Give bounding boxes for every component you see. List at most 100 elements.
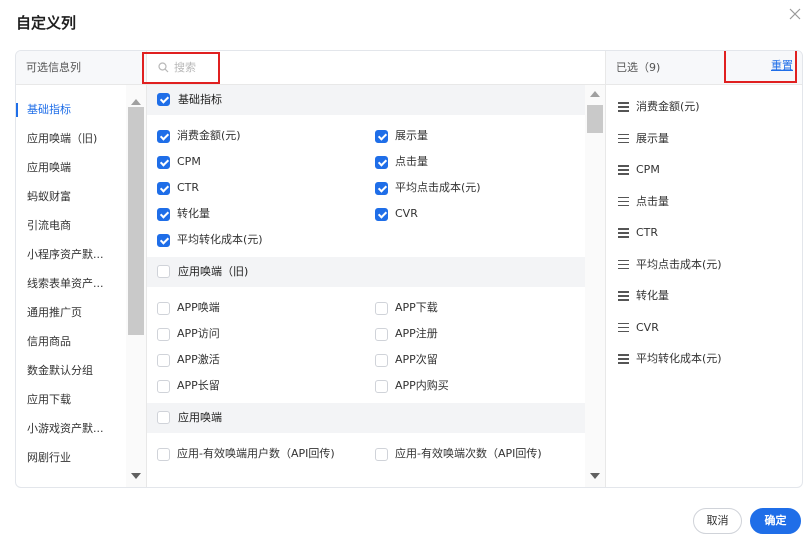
confirm-button[interactable]: 确定	[750, 508, 801, 534]
option-group-header[interactable]: 基础指标	[147, 85, 585, 115]
option-items: 应用-有效唤端用户数（API回传) 应用-有效唤端次数（API回传)	[147, 433, 585, 471]
selected-item[interactable]: CVR	[606, 312, 802, 344]
option-checkbox[interactable]	[157, 181, 170, 195]
selected-item[interactable]: CPM	[606, 154, 802, 186]
category-item[interactable]: 线索表单资产...	[16, 269, 126, 298]
category-item[interactable]: 数金默认分组	[16, 356, 126, 385]
category-item[interactable]: 信用商品	[16, 327, 126, 356]
search-input[interactable]: 搜索	[142, 52, 220, 84]
category-item[interactable]: 网剧行业	[16, 443, 126, 472]
category-item[interactable]: 基础指标	[16, 95, 126, 124]
option-checkbox[interactable]	[157, 447, 170, 461]
option-checkbox[interactable]	[157, 327, 170, 341]
option-group-header[interactable]: 应用唤端	[147, 403, 585, 433]
option-checkbox[interactable]	[157, 301, 170, 315]
scroll-down-arrow-icon[interactable]	[590, 473, 600, 479]
option-item[interactable]: 平均转化成本(元)	[157, 227, 375, 253]
option-item[interactable]: 转化量	[157, 201, 375, 227]
option-item[interactable]: 平均点击成本(元)	[375, 175, 585, 201]
option-label: APP下载	[395, 301, 438, 314]
option-checkbox[interactable]	[157, 353, 170, 367]
drag-handle-icon[interactable]	[618, 196, 629, 207]
category-item[interactable]: 蚂蚁财富	[16, 182, 126, 211]
reset-link[interactable]: 重置	[771, 51, 793, 81]
selected-item[interactable]: 平均转化成本(元)	[606, 343, 802, 375]
option-label: 消费金额(元)	[177, 129, 241, 142]
drag-handle-icon[interactable]	[618, 102, 629, 112]
drag-handle-icon[interactable]	[618, 133, 629, 144]
option-label: 展示量	[395, 129, 428, 142]
selected-item-label: 消费金额(元)	[636, 100, 700, 113]
category-item[interactable]: 小程序资产默...	[16, 240, 126, 269]
option-item[interactable]: 展示量	[375, 123, 585, 149]
option-checkbox[interactable]	[157, 207, 170, 221]
scrollbar-thumb[interactable]	[128, 107, 144, 335]
selected-item[interactable]: 点击量	[606, 186, 802, 218]
selected-item-label: CTR	[636, 226, 659, 239]
option-item[interactable]: 点击量	[375, 149, 585, 175]
option-label: 应用-有效唤端用户数（API回传)	[177, 447, 335, 460]
option-item[interactable]: CPM	[157, 149, 375, 175]
scroll-up-arrow-icon[interactable]	[131, 99, 141, 105]
option-checkbox[interactable]	[375, 155, 388, 169]
option-item[interactable]: APP次留	[375, 347, 585, 373]
selected-item[interactable]: 转化量	[606, 280, 802, 312]
option-item[interactable]: APP下载	[375, 295, 585, 321]
option-item[interactable]: 应用-有效唤端次数（API回传)	[375, 441, 585, 467]
option-item[interactable]: APP注册	[375, 321, 585, 347]
option-checkbox[interactable]	[157, 233, 170, 247]
option-item[interactable]: CVR	[375, 201, 585, 227]
group-checkbox[interactable]	[157, 410, 170, 424]
option-checkbox[interactable]	[375, 301, 388, 315]
group-checkbox[interactable]	[157, 92, 170, 106]
option-item[interactable]: CTR	[157, 175, 375, 201]
category-item[interactable]: 引流电商	[16, 211, 126, 240]
option-checkbox[interactable]	[157, 379, 170, 393]
category-item[interactable]: 小游戏资产默...	[16, 414, 126, 443]
close-icon[interactable]	[787, 6, 803, 22]
option-item[interactable]: APP内购买	[375, 373, 585, 399]
option-item[interactable]: 应用-有效唤端用户数（API回传)	[157, 441, 375, 467]
category-item[interactable]: 应用唤端	[16, 153, 126, 182]
option-checkbox[interactable]	[157, 155, 170, 169]
category-item[interactable]: 应用唤端（旧)	[16, 124, 126, 153]
selected-item[interactable]: CTR	[606, 217, 802, 249]
option-checkbox[interactable]	[375, 353, 388, 367]
scroll-up-arrow-icon[interactable]	[590, 91, 600, 97]
option-label: APP次留	[395, 353, 438, 366]
option-group-header[interactable]: 应用唤端（旧)	[147, 257, 585, 287]
drag-handle-icon[interactable]	[618, 259, 629, 270]
option-checkbox[interactable]	[157, 129, 170, 143]
available-columns-header: 可选信息列	[16, 51, 146, 85]
category-list: 基础指标 应用唤端（旧) 应用唤端 蚂蚁财富 引流电商 小程序资产默... 线索表单资产..…	[16, 85, 126, 487]
option-checkbox[interactable]	[375, 327, 388, 341]
selected-item[interactable]: 平均点击成本(元)	[606, 249, 802, 281]
scroll-down-arrow-icon[interactable]	[131, 473, 141, 479]
category-item[interactable]: 应用下载	[16, 385, 126, 414]
drag-handle-icon[interactable]	[618, 165, 629, 175]
category-scrollbar[interactable]	[126, 85, 146, 487]
options-scrollbar[interactable]	[585, 85, 605, 487]
selected-item[interactable]: 展示量	[606, 123, 802, 155]
drag-handle-icon[interactable]	[618, 322, 629, 333]
option-item[interactable]: APP唤端	[157, 295, 375, 321]
option-item[interactable]: APP访问	[157, 321, 375, 347]
drag-handle-icon[interactable]	[618, 228, 629, 238]
selected-item[interactable]: 消费金额(元)	[606, 91, 802, 123]
drag-handle-icon[interactable]	[618, 291, 629, 301]
scrollbar-thumb[interactable]	[587, 105, 603, 133]
cancel-button[interactable]: 取消	[693, 508, 742, 534]
option-checkbox[interactable]	[375, 447, 388, 461]
selected-header: 已选（9) 重置	[606, 51, 802, 85]
option-checkbox[interactable]	[375, 181, 388, 195]
category-item[interactable]: 通用推广页	[16, 298, 126, 327]
group-checkbox[interactable]	[157, 264, 170, 278]
option-checkbox[interactable]	[375, 129, 388, 143]
option-item[interactable]: 消费金额(元)	[157, 123, 375, 149]
drag-handle-icon[interactable]	[618, 354, 629, 364]
option-label: 转化量	[177, 207, 210, 220]
option-checkbox[interactable]	[375, 207, 388, 221]
option-checkbox[interactable]	[375, 379, 388, 393]
option-item[interactable]: APP长留	[157, 373, 375, 399]
option-item[interactable]: APP激活	[157, 347, 375, 373]
